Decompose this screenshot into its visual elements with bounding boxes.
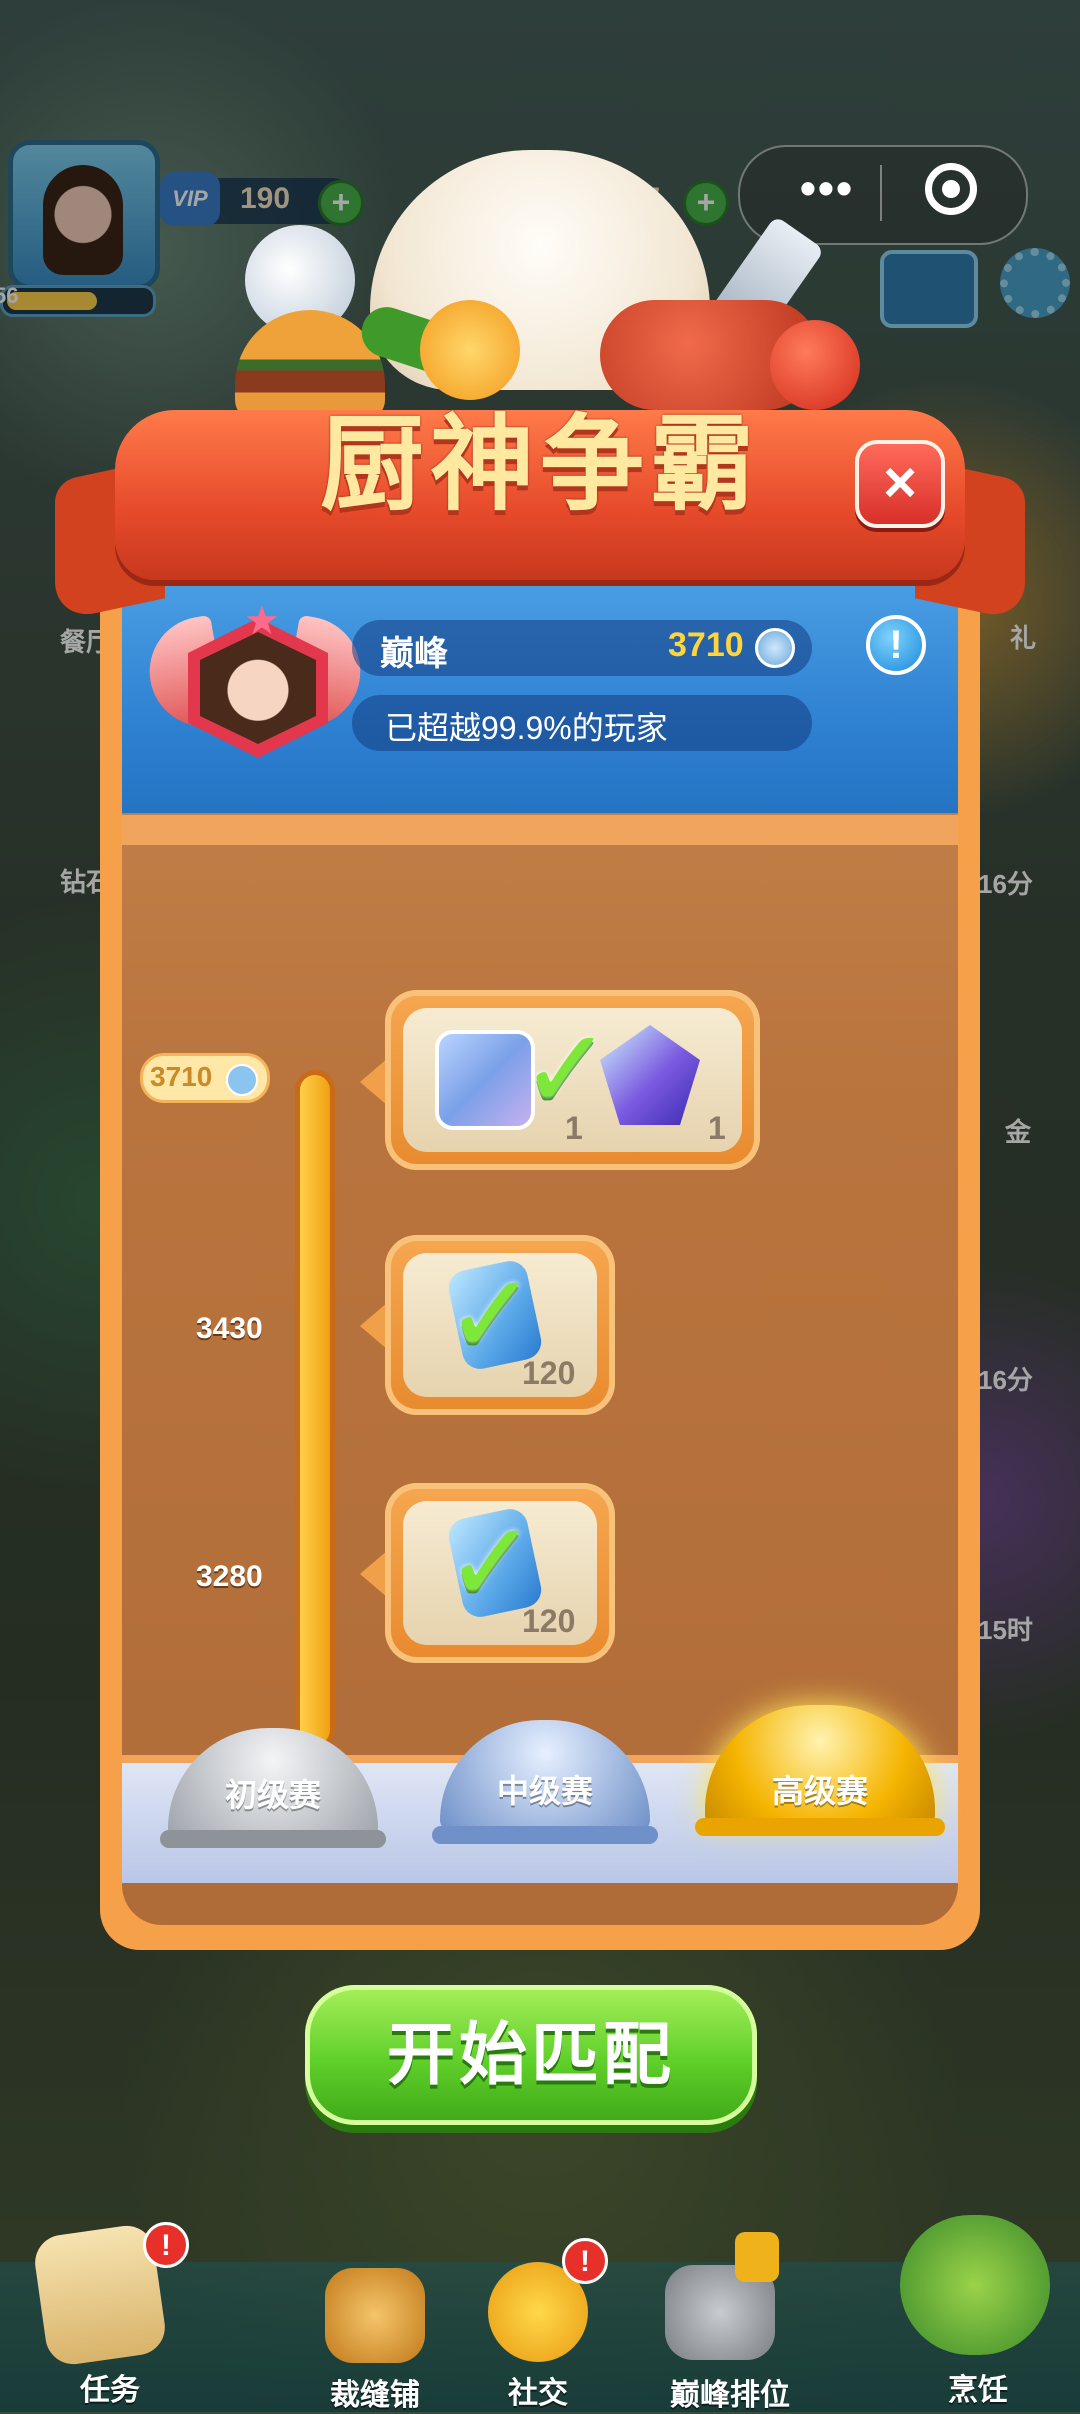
nav-peak-rank[interactable]: 巅峰排位 (640, 2370, 820, 2414)
score-tag-chef-icon (226, 1064, 258, 1096)
tier-intermediate-label: 中级赛 (496, 1773, 593, 1809)
milestone-label: 3430 (196, 1312, 263, 1345)
milestone-label: 3280 (196, 1560, 263, 1593)
reward-count: 1 (708, 1110, 726, 1146)
start-match-label[interactable]: 开始匹配 (305, 1985, 757, 2125)
nav-task[interactable]: 任务 (50, 2365, 170, 2409)
rank-name: 巅峰 (380, 635, 448, 673)
social-alert-badge: ! (562, 2238, 608, 2284)
nav-tailor-shop[interactable]: 裁缝铺 (300, 2370, 450, 2414)
rank-star-icon: ★ (244, 599, 280, 643)
tier-beginner-base (160, 1830, 386, 1848)
tomato-icon (770, 320, 860, 410)
percentile-text: 已超越99.9%的玩家 (385, 710, 668, 746)
info-button[interactable]: ! (866, 615, 926, 675)
task-alert-badge: ! (143, 2222, 189, 2268)
reward-count: 1 (565, 1110, 583, 1146)
lock-icon (735, 2232, 779, 2282)
tailor-shop-icon[interactable] (325, 2268, 425, 2363)
score-chef-icon (755, 628, 795, 668)
nav-cooking[interactable]: 烹饪 (918, 2365, 1038, 2409)
tier-advanced-base (695, 1818, 945, 1836)
close-button[interactable]: × (855, 440, 945, 528)
tier-advanced-label: 高级赛 (771, 1773, 868, 1809)
current-score-value: 3710 (150, 1061, 213, 1092)
nav-social[interactable]: 社交 (478, 2368, 598, 2412)
reward-pointer (360, 1058, 388, 1106)
capsule-divider (880, 165, 882, 221)
progress-track (295, 1070, 335, 1750)
close-miniprogram-icon[interactable] (925, 163, 977, 215)
reward-pointer (360, 1302, 388, 1350)
reward-pointer (360, 1550, 388, 1598)
orange-icon (420, 300, 520, 400)
dialog-title: 厨神争霸 (319, 407, 760, 523)
tier-beginner-label: 初级赛 (224, 1777, 321, 1813)
reward-count: 120 (522, 1603, 576, 1639)
reward-count: 120 (522, 1355, 576, 1391)
rank-score: 3710 (668, 626, 744, 664)
profile-divider (122, 815, 958, 845)
more-menu-icon[interactable]: ••• (772, 158, 882, 228)
tier-intermediate-base (432, 1826, 658, 1844)
cooking-pot-icon[interactable] (900, 2215, 1050, 2355)
